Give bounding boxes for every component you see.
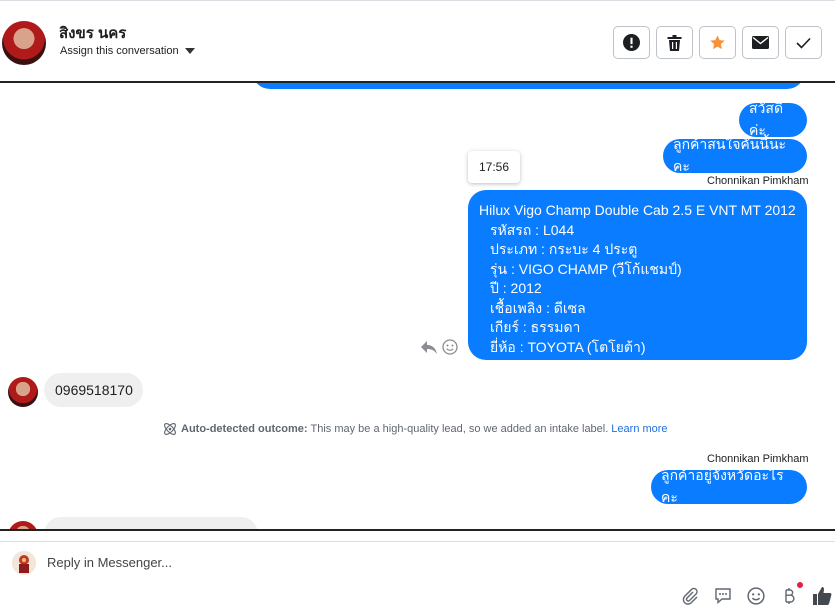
card-line: รหัสรถ : L044 xyxy=(490,221,575,238)
star-icon xyxy=(710,35,725,50)
outgoing-message-cut xyxy=(252,83,805,89)
reply-composer: Reply in Messenger... xyxy=(0,541,835,612)
outcome-label: Auto-detected outcome: xyxy=(181,423,308,435)
outgoing-message[interactable]: สวัสดีค่ะ xyxy=(739,100,807,138)
composer-divider xyxy=(0,529,835,531)
paperclip-icon xyxy=(682,587,698,605)
envelope-icon xyxy=(752,36,769,49)
message-text: ลูกค้าอยู่จังหวัดอะไรคะ xyxy=(661,467,784,505)
incoming-message-partial[interactable] xyxy=(44,517,258,529)
notification-dot xyxy=(797,582,803,588)
card-line: เกียร์ : ธรรมดา xyxy=(490,319,581,335)
attach-button[interactable] xyxy=(680,586,700,606)
thumbs-up-icon xyxy=(813,587,832,605)
message-text: 0969518170 xyxy=(55,382,133,398)
comment-icon xyxy=(715,588,731,605)
mark-spam-button[interactable] xyxy=(613,26,650,59)
card-line: ปี : 2012 xyxy=(490,280,542,296)
conversation-header: สิงขร นคร Assign this conversation xyxy=(0,0,835,82)
reply-icon[interactable] xyxy=(420,339,438,355)
alert-icon xyxy=(623,34,640,51)
learn-more-link[interactable]: Learn more xyxy=(611,423,667,435)
sender-name: Chonnikan Pimkham xyxy=(707,453,809,465)
contact-avatar[interactable] xyxy=(2,21,46,65)
card-line: เชื้อเพลิง : ดีเซล xyxy=(490,299,586,316)
header-actions xyxy=(613,26,822,59)
star-button[interactable] xyxy=(699,26,736,59)
like-button[interactable] xyxy=(812,586,832,606)
caret-down-icon xyxy=(184,48,195,55)
baht-icon xyxy=(785,588,795,604)
card-line: ประเภท : กระบะ 4 ประตู xyxy=(490,241,638,257)
outgoing-message[interactable]: ลูกค้าอยู่จังหวัดอะไรคะ xyxy=(651,467,807,505)
card-title: Hilux Vigo Champ Double Cab 2.5 E VNT MT… xyxy=(479,202,796,218)
vehicle-card-message[interactable]: Hilux Vigo Champ Double Cab 2.5 E VNT MT… xyxy=(468,190,807,360)
payment-button[interactable] xyxy=(779,582,803,606)
saved-replies-button[interactable] xyxy=(713,586,733,606)
assign-label: Assign this conversation xyxy=(60,45,179,57)
composer-tools xyxy=(680,582,832,606)
contact-name[interactable]: สิงขร นคร xyxy=(59,21,126,45)
incoming-message[interactable]: 0969518170 xyxy=(44,373,143,407)
outgoing-message[interactable]: ลูกค้าสนใจคันนี้นะคะ xyxy=(663,136,807,174)
check-icon xyxy=(796,37,811,49)
assign-conversation-dropdown[interactable]: Assign this conversation xyxy=(60,45,195,57)
card-line: ยี่ห้อ : TOYOTA (โตโยต้า) xyxy=(490,338,646,355)
contact-avatar-small xyxy=(8,377,38,407)
mark-unread-button[interactable] xyxy=(742,26,779,59)
react-emoji-icon[interactable] xyxy=(442,339,458,355)
atom-icon xyxy=(164,423,176,435)
card-line: รุ่น : VIGO CHAMP (วีโก้แชมป์) xyxy=(490,260,682,277)
reply-input[interactable]: Reply in Messenger... xyxy=(47,555,172,570)
timestamp-tooltip: 17:56 xyxy=(468,151,520,183)
emoji-button[interactable] xyxy=(746,586,766,606)
auto-detected-outcome: Auto-detected outcome: This may be a hig… xyxy=(162,421,668,437)
page-avatar xyxy=(12,551,36,575)
trash-icon xyxy=(667,34,682,51)
mark-done-button[interactable] xyxy=(785,26,822,59)
contact-avatar-small xyxy=(8,521,38,529)
emoji-icon xyxy=(747,587,765,605)
message-thread[interactable]: สวัสดีค่ะ ลูกค้าสนใจคันนี้นะคะ Chonnikan… xyxy=(0,83,835,529)
outcome-text: This may be a high-quality lead, so we a… xyxy=(310,423,609,435)
message-text: ลูกค้าสนใจคันนี้นะคะ xyxy=(673,136,787,174)
sender-name: Chonnikan Pimkham xyxy=(707,175,809,187)
delete-button[interactable] xyxy=(656,26,693,59)
